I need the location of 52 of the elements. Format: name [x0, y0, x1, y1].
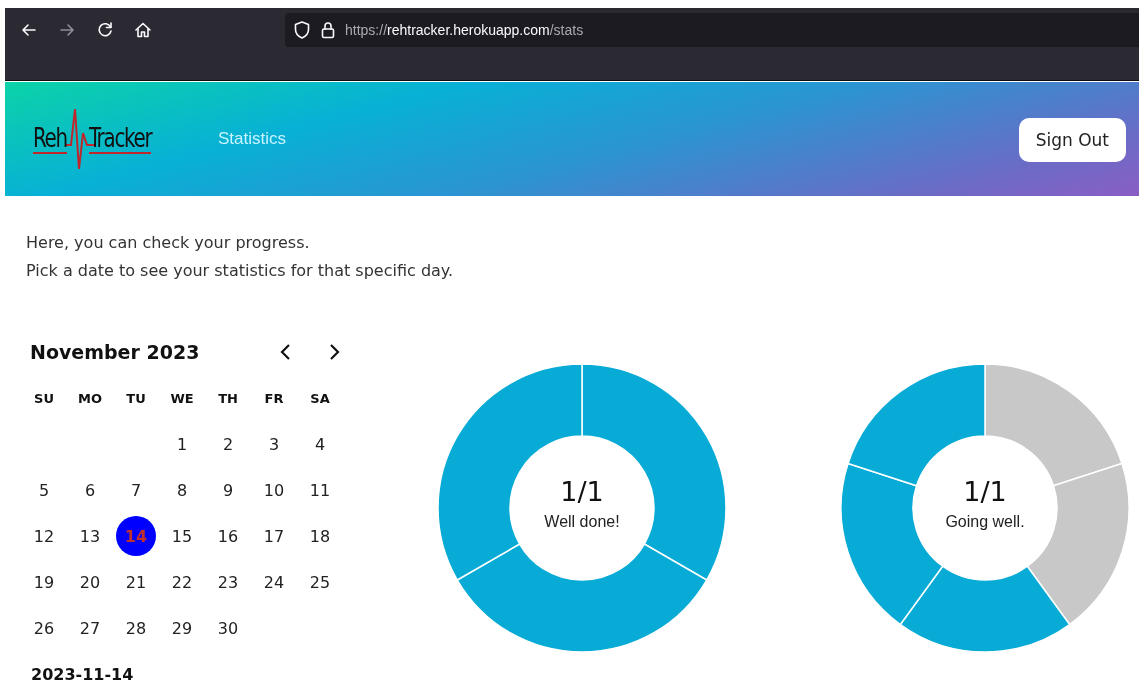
calendar-day[interactable]: 10 — [254, 470, 294, 510]
weekday-label: FR — [263, 389, 285, 408]
calendar-day[interactable]: 8 — [162, 470, 202, 510]
calendar-day[interactable]: 11 — [300, 470, 340, 510]
selected-date: 2023-11-14 — [30, 665, 135, 684]
calendar-day[interactable]: 12 — [24, 516, 64, 556]
sign-out-button[interactable]: Sign Out — [1018, 118, 1126, 162]
intro-text: Pick a date to see your statistics for that specific day. — [26, 260, 455, 281]
logo-text: Tracker — [88, 124, 152, 154]
weekday-label: TU — [125, 389, 147, 408]
calendar-day[interactable]: 6 — [70, 470, 110, 510]
url-text: https://rehtracker.herokuapp.com/stats — [345, 22, 584, 38]
calendar-day[interactable]: 29 — [162, 608, 202, 648]
calendar-day[interactable]: 18 — [300, 516, 340, 556]
weekday-label: SA — [309, 389, 331, 408]
intro-text: Here, you can check your progress. — [26, 232, 311, 253]
calendar-day[interactable]: 23 — [208, 562, 248, 602]
calendar-day[interactable]: 20 — [70, 562, 110, 602]
calendar-day[interactable]: 16 — [208, 516, 248, 556]
address-bar[interactable]: https://rehtracker.herokuapp.com/stats — [285, 13, 1139, 47]
shield-icon — [293, 20, 311, 40]
calendar-day[interactable]: 17 — [254, 516, 294, 556]
calendar-day[interactable]: 28 — [116, 608, 156, 648]
calendar-day[interactable]: 27 — [70, 608, 110, 648]
calendar-day[interactable]: 25 — [300, 562, 340, 602]
calendar-day[interactable]: 22 — [162, 562, 202, 602]
logo-text: Reh — [33, 124, 67, 154]
calendar-day[interactable]: 24 — [254, 562, 294, 602]
calendar-day[interactable]: 9 — [208, 470, 248, 510]
calendar-day[interactable]: 1 — [162, 424, 202, 464]
month-title: November 2023 — [30, 341, 200, 363]
lock-icon — [320, 20, 336, 40]
progress-count: 1/1 — [560, 475, 604, 507]
calendar-day[interactable]: 21 — [116, 562, 156, 602]
calendar-day[interactable]: 26 — [24, 608, 64, 648]
calendar-day[interactable]: 30 — [208, 608, 248, 648]
progress-message: Going well. — [945, 512, 1025, 531]
weekday-label: WE — [169, 389, 195, 408]
weekday-label: MO — [77, 389, 103, 408]
calendar-day[interactable]: 5 — [24, 470, 64, 510]
calendar-day[interactable]: 19 — [24, 562, 64, 602]
calendar-day[interactable]: 4 — [300, 424, 340, 464]
home-icon[interactable] — [133, 20, 153, 40]
calendar-day[interactable]: 2 — [208, 424, 248, 464]
weekday-label: TH — [217, 389, 239, 408]
progress-message: Well done! — [544, 512, 620, 531]
calendar-day[interactable]: 7 — [116, 470, 156, 510]
progress-count: 1/1 — [963, 475, 1007, 507]
weekday-label: SU — [33, 389, 55, 408]
calendar-day[interactable]: 3 — [254, 424, 294, 464]
calendar-day[interactable]: 13 — [70, 516, 110, 556]
calendar-day[interactable]: 15 — [162, 516, 202, 556]
